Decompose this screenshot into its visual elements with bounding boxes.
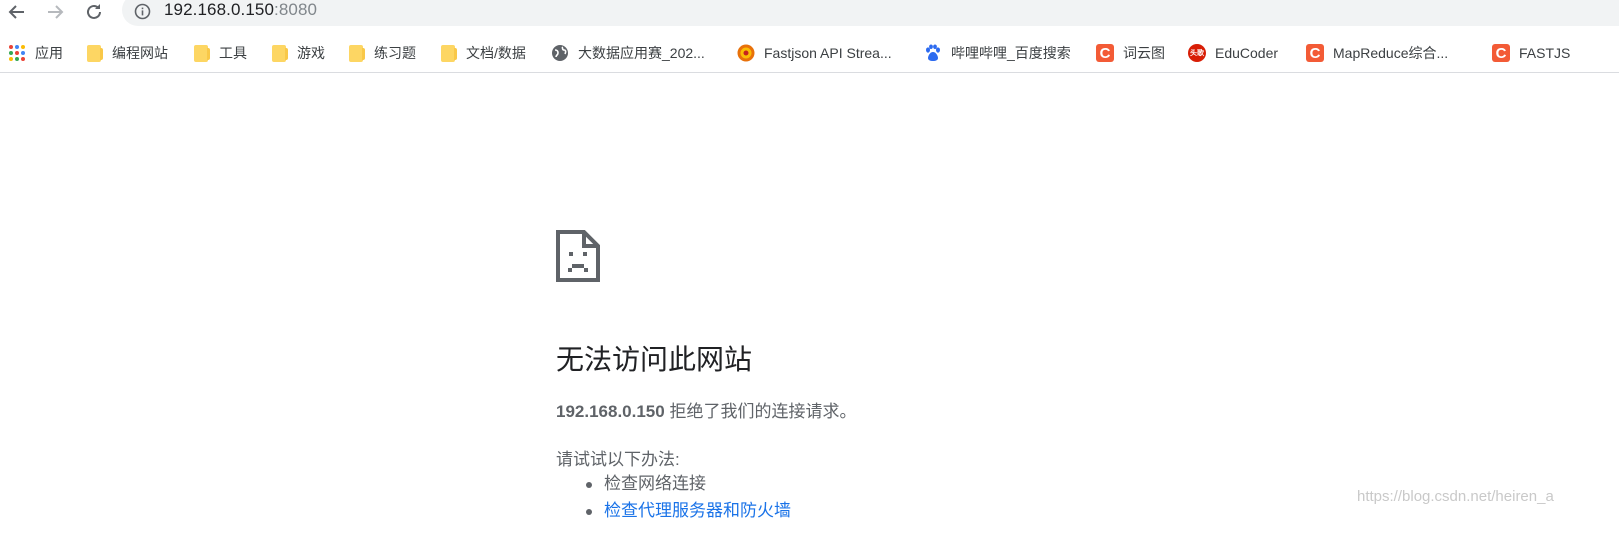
sad-page-icon xyxy=(556,230,600,282)
try-label: 请试试以下办法: xyxy=(556,450,680,469)
fastjson-icon xyxy=(737,44,755,62)
bookmark-wordcloud[interactable]: C 词云图 xyxy=(1096,34,1165,72)
forward-button[interactable] xyxy=(41,0,69,24)
reload-icon xyxy=(87,4,101,19)
folder-icon xyxy=(87,44,103,62)
bookmark-label: MapReduce综合... xyxy=(1333,45,1449,61)
suggestion-list: 检查网络连接 检查代理服务器和防火墙 xyxy=(586,470,791,524)
bookmark-fastjs[interactable]: C FASTJS xyxy=(1492,34,1570,72)
back-button[interactable] xyxy=(3,0,31,24)
bookmark-mapreduce[interactable]: C MapReduce综合... xyxy=(1306,34,1448,72)
folder-icon xyxy=(194,44,210,62)
suggestion-check-network: 检查网络连接 xyxy=(586,470,791,497)
bookmark-folder-games[interactable]: 游戏 xyxy=(270,34,325,72)
error-message: 拒绝了我们的连接请求。 xyxy=(669,402,857,421)
bookmark-label: 应用 xyxy=(35,45,63,61)
bookmark-label: 编程网站 xyxy=(112,45,168,61)
url-port: :8080 xyxy=(274,0,318,19)
bookmark-folder-tools[interactable]: 工具 xyxy=(192,34,247,72)
folder-icon xyxy=(349,44,365,62)
reload-button[interactable] xyxy=(80,0,108,24)
bookmark-label: 大数据应用赛_202... xyxy=(578,45,705,61)
csdn-c-icon: C xyxy=(1096,44,1114,62)
csdn-c-icon: C xyxy=(1306,44,1324,62)
bookmark-label: 游戏 xyxy=(297,45,325,61)
folder-icon xyxy=(272,44,288,62)
bookmark-folder-exercises[interactable]: 练习题 xyxy=(347,34,416,72)
apps-grid-icon xyxy=(9,45,25,61)
error-description: 192.168.0.150 拒绝了我们的连接请求。 xyxy=(556,397,856,422)
forward-arrow-icon xyxy=(48,5,64,19)
csdn-c-icon: C xyxy=(1492,44,1510,62)
info-icon[interactable] xyxy=(134,3,151,20)
bookmark-label: Fastjson API Strea... xyxy=(764,45,892,61)
bookmark-label: FASTJS xyxy=(1519,45,1571,61)
bookmark-folder-docs[interactable]: 文档/数据 xyxy=(439,34,526,72)
globe-icon xyxy=(552,45,568,61)
browser-toolbar: 192.168.0.150:8080 xyxy=(0,0,1619,34)
bookmark-label: 词云图 xyxy=(1123,45,1165,61)
proxy-firewall-link[interactable]: 检查代理服务器和防火墙 xyxy=(604,501,791,520)
toutiao-icon: 头歌 xyxy=(1188,44,1206,62)
error-host: 192.168.0.150 xyxy=(556,402,665,421)
bookmark-label: 工具 xyxy=(219,45,247,61)
baidu-paw-icon xyxy=(926,44,940,61)
watermark: https://blog.csdn.net/heiren_a xyxy=(1357,488,1554,505)
back-arrow-icon xyxy=(8,5,24,19)
suggestion-check-proxy-firewall[interactable]: 检查代理服务器和防火墙 xyxy=(586,497,791,524)
url-host: 192.168.0.150 xyxy=(164,0,275,19)
bookmark-label: 练习题 xyxy=(374,45,416,61)
bookmarks-bar: 应用 编程网站 工具 游戏 练习题 文档/数据 大数据应用赛_202... Fa… xyxy=(0,34,1619,73)
error-title: 无法访问此网站 xyxy=(556,344,753,375)
address-bar[interactable]: 192.168.0.150:8080 xyxy=(122,0,1619,26)
bookmark-label: 文档/数据 xyxy=(466,45,526,61)
bookmark-fastjson[interactable]: Fastjson API Strea... xyxy=(737,34,892,72)
bookmark-bigdata-contest[interactable]: 大数据应用赛_202... xyxy=(551,34,705,72)
bookmark-label: 哔哩哔哩_百度搜索 xyxy=(951,45,1071,61)
bookmark-educoder[interactable]: 头歌 EduCoder xyxy=(1188,34,1278,72)
bookmark-folder-programming[interactable]: 编程网站 xyxy=(85,34,168,72)
bookmark-bilibili-baidu[interactable]: 哔哩哔哩_百度搜索 xyxy=(924,34,1071,72)
bookmark-label: EduCoder xyxy=(1215,45,1279,61)
url-text[interactable]: 192.168.0.150:8080 xyxy=(164,0,317,20)
bookmark-apps[interactable]: 应用 xyxy=(8,34,63,72)
folder-icon xyxy=(441,44,457,62)
